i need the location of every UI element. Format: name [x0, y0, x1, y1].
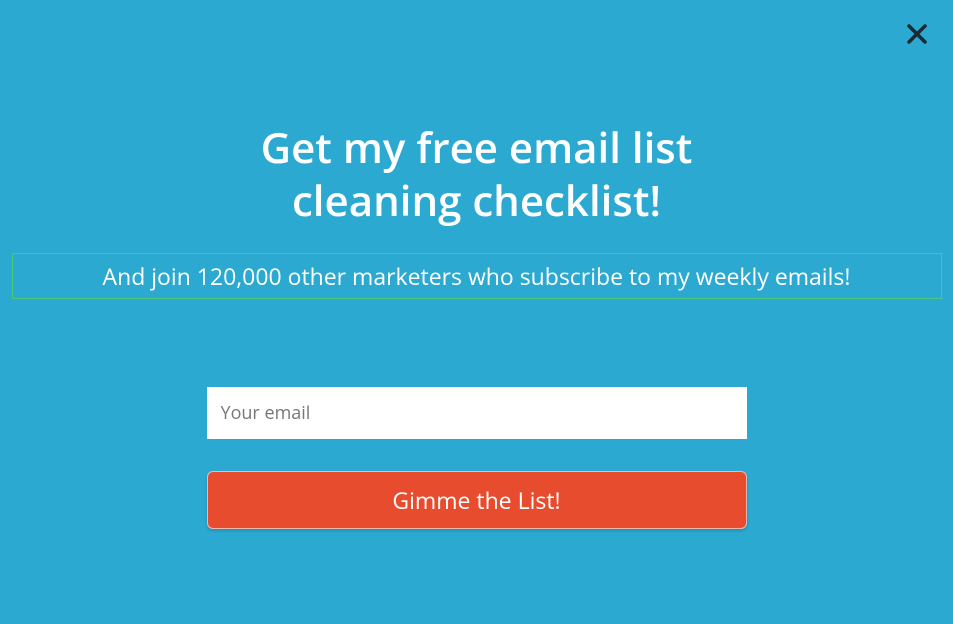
modal-subheading: And join 120,000 other marketers who sub… — [103, 260, 851, 292]
heading-line-1: Get my free email list — [261, 119, 693, 176]
close-button[interactable] — [903, 22, 931, 50]
modal-heading: Get my free email list cleaning checklis… — [261, 122, 693, 227]
submit-button[interactable]: Gimme the List! — [207, 471, 747, 529]
heading-line-2: cleaning checklist! — [292, 172, 661, 229]
signup-modal: Get my free email list cleaning checklis… — [0, 0, 953, 529]
signup-form: Gimme the List! — [207, 387, 747, 529]
close-icon — [905, 22, 929, 51]
subheading-container: And join 120,000 other marketers who sub… — [12, 253, 942, 299]
email-input[interactable] — [207, 387, 747, 439]
